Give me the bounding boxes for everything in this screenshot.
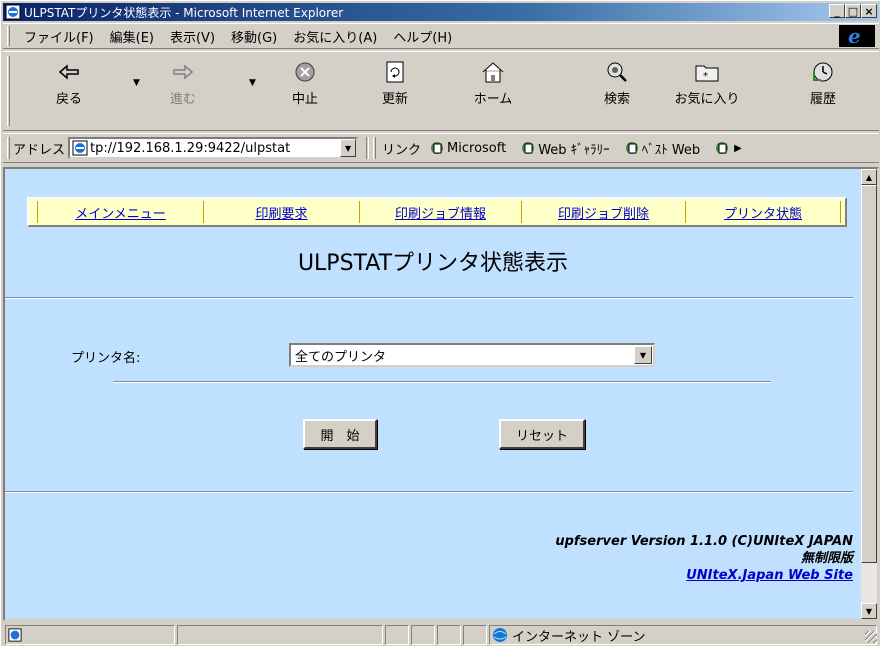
divider [5, 297, 853, 299]
chevron-down-icon[interactable]: ▼ [634, 346, 652, 364]
nav-printer-status[interactable]: プリンタ状態 [685, 201, 841, 223]
status-cell [463, 625, 487, 645]
footer: upfserver Version 1.1.0 (C)UNIteX JAPAN … [555, 533, 853, 584]
refresh-button[interactable]: 更新 [365, 58, 425, 124]
toolbar-grip[interactable] [7, 137, 10, 159]
address-input[interactable]: tp://192.168.1.29:9422/ulpstat ▼ [68, 137, 359, 159]
menu-favorites[interactable]: お気に入り(A) [285, 27, 385, 46]
vertical-scrollbar[interactable]: ▲ ▼ [861, 169, 877, 619]
link-web-gallery[interactable]: Web ｷﾞｬﾗﾘｰ [520, 139, 610, 158]
content-frame: メインメニュー 印刷要求 印刷ジョブ情報 印刷ジョブ削除 プリンタ状態 ULPS… [3, 167, 879, 621]
link-page-icon [522, 142, 535, 154]
address-bar: アドレス tp://192.168.1.29:9422/ulpstat ▼ リン… [3, 133, 879, 163]
page-status-icon [8, 628, 22, 642]
status-cell [411, 625, 435, 645]
back-dropdown-icon[interactable]: ▼ [133, 78, 140, 88]
standard-toolbar: 戻る ▼ 進む ▼ 中止 更新 ホーム 検索 * お気に入り 履歴 [3, 51, 879, 131]
forward-button[interactable]: 進む [153, 58, 213, 124]
favorites-folder-icon: * [693, 58, 721, 86]
status-main [5, 625, 175, 645]
printer-name-label: プリンタ名: [71, 351, 141, 366]
status-cell [385, 625, 409, 645]
toolbar-grip[interactable] [7, 26, 10, 46]
divider [113, 381, 771, 383]
link-microsoft[interactable]: Microsoft [429, 140, 506, 156]
status-bar: インターネット ゾーン [3, 623, 879, 645]
status-zone: インターネット ゾーン [489, 625, 877, 645]
maximize-button[interactable]: □ [845, 4, 861, 18]
scroll-thumb[interactable] [861, 185, 877, 563]
menu-file[interactable]: ファイル(F) [16, 27, 102, 46]
address-dropdown-icon[interactable]: ▼ [340, 139, 357, 157]
links-label: リンク [382, 142, 422, 158]
menu-view[interactable]: 表示(V) [162, 27, 223, 46]
license-text: 無制限版 [800, 551, 853, 566]
version-text: upfserver Version 1.1.0 (C)UNIteX JAPAN [555, 534, 853, 549]
resize-grip-icon[interactable] [865, 631, 877, 643]
forward-arrow-icon [169, 58, 197, 86]
nav-main-menu[interactable]: メインメニュー [37, 201, 203, 223]
scroll-down-icon[interactable]: ▼ [861, 603, 877, 619]
link-page-icon [431, 142, 444, 154]
status-progress [177, 625, 383, 645]
link-best-web[interactable]: ﾍﾞｽﾄ Web [624, 139, 700, 158]
home-button[interactable]: ホーム [463, 58, 523, 124]
links-grip[interactable] [373, 137, 377, 159]
scroll-up-icon[interactable]: ▲ [861, 169, 877, 185]
search-button[interactable]: 検索 [587, 58, 647, 124]
menu-bar: ファイル(F) 編集(E) 表示(V) 移動(G) お気に入り(A) ヘルプ(H… [3, 23, 879, 49]
page-icon [72, 140, 88, 156]
menu-edit[interactable]: 編集(E) [102, 27, 162, 46]
ie-logo-icon: e [839, 25, 875, 47]
window-title: ULPSTATプリンタ状態表示 - Microsoft Internet Exp… [24, 5, 344, 20]
title-bar[interactable]: ULPSTATプリンタ状態表示 - Microsoft Internet Exp… [3, 3, 879, 21]
toolbar-grip[interactable] [7, 56, 10, 126]
site-link[interactable]: UNIteX.Japan Web Site [686, 568, 853, 583]
nav-bar: メインメニュー 印刷要求 印刷ジョブ情報 印刷ジョブ削除 プリンタ状態 [27, 197, 847, 227]
status-cell [437, 625, 461, 645]
page-content: メインメニュー 印刷要求 印刷ジョブ情報 印刷ジョブ削除 プリンタ状態 ULPS… [5, 169, 861, 619]
close-button[interactable]: × [861, 4, 877, 18]
chevron-right-icon[interactable]: ▶ [734, 143, 742, 154]
reset-button[interactable]: リセット [499, 419, 585, 449]
nav-print-request[interactable]: 印刷要求 [203, 201, 359, 223]
stop-icon [291, 58, 319, 86]
svg-text:*: * [703, 71, 708, 82]
address-url[interactable]: tp://192.168.1.29:9422/ulpstat [90, 141, 340, 156]
address-label: アドレス [13, 142, 66, 158]
menu-help[interactable]: ヘルプ(H) [385, 27, 460, 46]
history-button[interactable]: 履歴 [793, 58, 853, 124]
back-arrow-icon [55, 58, 83, 86]
history-icon [809, 58, 837, 86]
refresh-icon [381, 58, 409, 86]
browser-window: ULPSTATプリンタ状態表示 - Microsoft Internet Exp… [0, 0, 880, 646]
forward-dropdown-icon[interactable]: ▼ [249, 78, 256, 88]
menu-go[interactable]: 移動(G) [223, 27, 285, 46]
divider [5, 491, 853, 493]
start-button[interactable]: 開 始 [303, 419, 377, 449]
printer-select[interactable]: 全てのプリンタ ▼ [289, 343, 655, 367]
stop-button[interactable]: 中止 [275, 58, 335, 124]
link-page-icon [716, 142, 729, 154]
back-button[interactable]: 戻る [39, 58, 99, 124]
search-icon [603, 58, 631, 86]
printer-select-value: 全てのプリンタ [295, 349, 387, 365]
link-page-icon [625, 142, 638, 154]
nav-print-job-delete[interactable]: 印刷ジョブ削除 [521, 201, 685, 223]
home-icon [479, 58, 507, 86]
internet-zone-icon [493, 628, 507, 642]
minimize-button[interactable]: _ [829, 4, 845, 18]
svg-text:e: e [848, 26, 861, 46]
page-title: ULPSTATプリンタ状態表示 [297, 251, 569, 276]
ie-page-icon [5, 4, 21, 20]
nav-print-job-info[interactable]: 印刷ジョブ情報 [359, 201, 521, 223]
link-more[interactable] [714, 140, 732, 156]
favorites-button[interactable]: * お気に入り [675, 58, 740, 124]
